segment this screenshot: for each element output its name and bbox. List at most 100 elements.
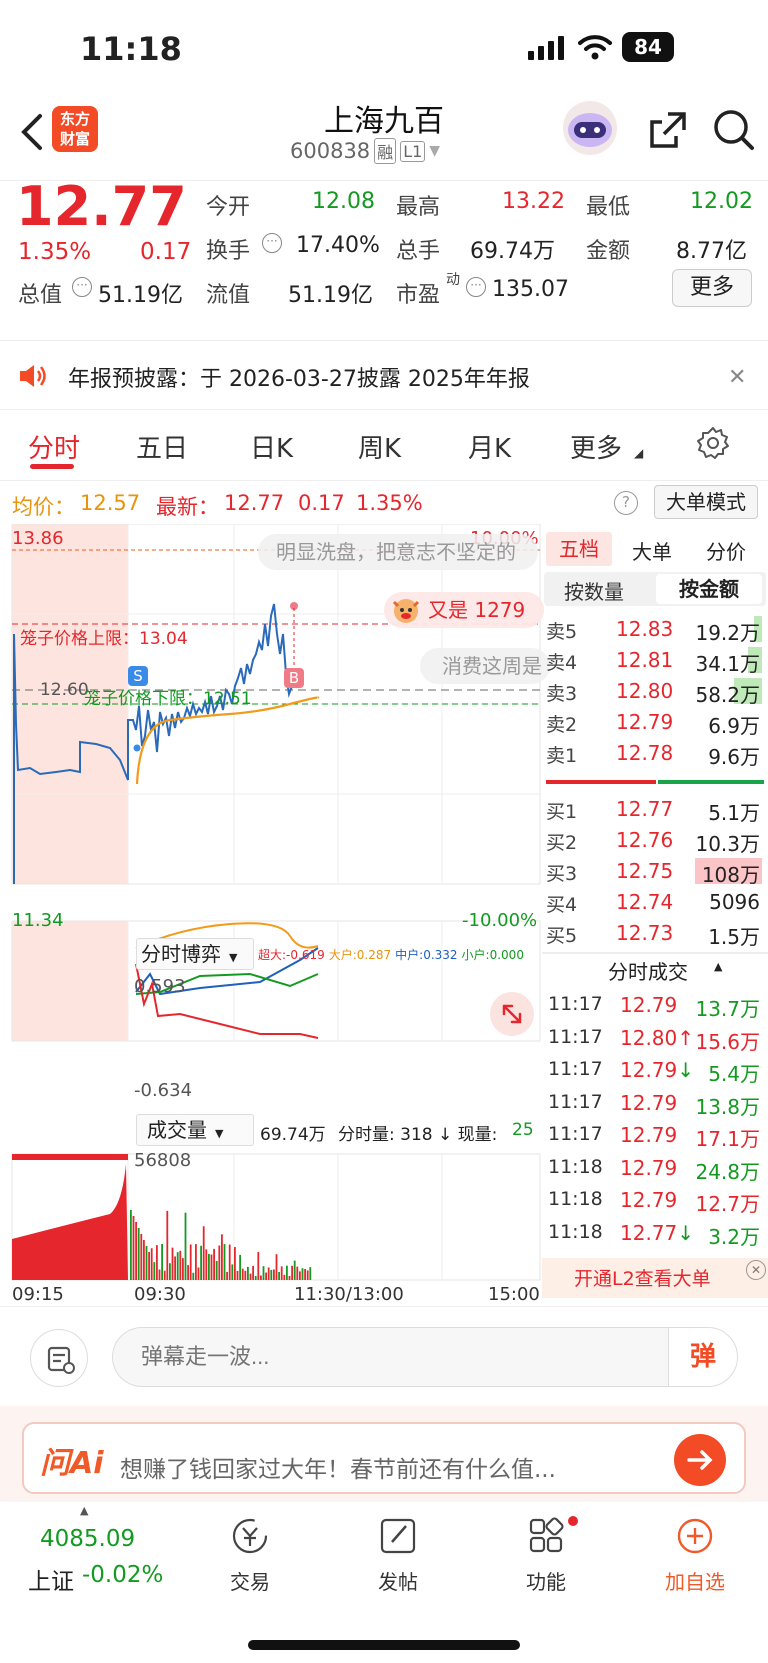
pre-market-shade — [12, 921, 128, 1041]
tab-add-watchlist[interactable]: 加自选 — [652, 1516, 738, 1596]
more-button[interactable]: 更多 — [672, 269, 752, 307]
close-icon[interactable]: ✕ — [728, 365, 746, 390]
arrow-right-icon[interactable] — [674, 1434, 726, 1486]
tick-time: 11:18 — [548, 1188, 603, 1210]
danmu-input[interactable] — [112, 1327, 672, 1387]
pe-value: 135.07 — [492, 277, 569, 302]
share-icon[interactable] — [646, 108, 690, 152]
bid-row[interactable]: 买1 12.77 5.1万 — [542, 794, 768, 825]
volume-bar — [192, 1272, 195, 1280]
ask-row[interactable]: 卖5 12.83 19.2万 — [542, 614, 768, 645]
help-icon[interactable]: ? — [614, 491, 638, 515]
ask-row[interactable]: 卖1 12.78 9.6万 — [542, 738, 768, 769]
info-icon[interactable]: ··· — [466, 277, 486, 297]
volume-label: 总手 — [396, 239, 441, 264]
sub-legend-value: -0.619 — [286, 948, 325, 962]
price-axis-bottom: 11.34 — [12, 910, 64, 931]
tab-monthly[interactable]: 月K — [468, 428, 511, 465]
danmu-send-button[interactable]: 弹 — [668, 1327, 738, 1387]
caret-down-icon[interactable]: ▼ — [429, 143, 440, 159]
sub-indicator-select[interactable]: 分时博弈 ▼ — [136, 938, 254, 970]
gear-icon[interactable] — [696, 426, 730, 460]
tick-arrow: ↓ — [677, 1058, 695, 1082]
volume-bar — [239, 1254, 241, 1280]
robot-assistant-icon[interactable] — [560, 100, 620, 156]
caret-icon: ◢ — [634, 446, 644, 460]
tab-trade[interactable]: 交易 — [210, 1516, 290, 1596]
sell-marker[interactable]: S — [128, 666, 148, 686]
bigorder-mode-button[interactable]: 大单模式 — [654, 485, 758, 519]
latest-value: 12.77 — [224, 491, 285, 515]
tab-bigorder[interactable]: 大单 — [632, 536, 672, 565]
latest-chg: 0.17 — [298, 491, 345, 515]
l2-banner[interactable]: 开通L2查看大单 ✕ — [542, 1258, 768, 1298]
ask-row[interactable]: 卖2 12.79 6.9万 — [542, 707, 768, 738]
chart-tabs: 分时 五日 日K 周K 月K 更多 ◢ — [0, 410, 768, 480]
tick-row: 11:17 12.79 17.1万 — [542, 1120, 768, 1151]
comment-list-icon[interactable] — [30, 1329, 88, 1387]
ask-row[interactable]: 卖3 12.80 58.2万 — [542, 676, 768, 707]
tick-volume: 3.2万 — [708, 1224, 760, 1249]
tab-5day[interactable]: 五日 — [136, 428, 188, 465]
bid-row[interactable]: 买3 12.75 108万 — [542, 856, 768, 887]
ai-prompt-card[interactable]: 问Ai 想赚了钱回家过大年！春节前还有什么值... — [22, 1422, 746, 1494]
volume-axis-max: 56808 — [134, 1150, 192, 1171]
notice-text: 年报预披露：于 2026-03-27披露 2025年年报 — [68, 367, 530, 392]
ask-volume: 58.2万 — [695, 683, 760, 707]
volume-bar — [205, 1249, 208, 1280]
tick-price: 12.77↓ — [620, 1221, 694, 1245]
subtab-by-volume[interactable]: 按数量 — [564, 576, 624, 605]
high-label: 最高 — [396, 195, 441, 220]
tab-daily[interactable]: 日K — [250, 428, 293, 465]
amount-value: 8.77亿 — [676, 239, 747, 264]
avg-label: 均价： — [12, 495, 75, 519]
sub-legend-label: 小户: — [461, 948, 490, 962]
turnover-label: 换手 — [206, 239, 251, 264]
edit-icon — [380, 1518, 416, 1554]
info-icon[interactable]: ··· — [262, 233, 282, 253]
bid-row[interactable]: 买4 12.74 5096 — [542, 887, 768, 917]
ask-volume: 9.6万 — [708, 745, 760, 769]
expand-icon[interactable] — [490, 992, 534, 1036]
volume-bar — [260, 1275, 262, 1280]
buy-marker[interactable]: B — [284, 668, 304, 688]
volume-indicator-label: 成交量 — [147, 1118, 207, 1142]
tick-volume: 15.6万 — [695, 1029, 760, 1054]
price-info-bar: 均价： 12.57 最新： 12.77 0.17 1.35% ? 大单模式 — [0, 480, 768, 524]
bid-row[interactable]: 买2 12.76 10.3万 — [542, 825, 768, 856]
notice-bar[interactable]: 年报预披露：于 2026-03-27披露 2025年年报 ✕ — [0, 340, 768, 410]
float-value: 51.19亿 — [288, 283, 373, 308]
volume-bar — [135, 1222, 137, 1280]
tab-post[interactable]: 发帖 — [358, 1516, 438, 1596]
tab-functions[interactable]: 功能 — [506, 1516, 586, 1596]
tick-row: 11:17 12.79 13.7万 — [542, 990, 768, 1021]
sub-legend-item: 大户:0.287 — [329, 948, 391, 962]
volume-indicator-select[interactable]: 成交量 ▼ — [136, 1114, 254, 1146]
latest-label: 最新： — [156, 495, 219, 519]
volume-bar — [286, 1265, 288, 1280]
tab-more[interactable]: 更多 — [570, 428, 622, 465]
bid-row[interactable]: 买5 12.73 1.5万 — [542, 918, 768, 949]
tab-weekly[interactable]: 周K — [358, 428, 401, 465]
volume-bar — [221, 1234, 223, 1280]
volume-bar — [145, 1246, 148, 1280]
subtab-by-amount[interactable]: 按金额 — [656, 574, 762, 604]
search-icon[interactable] — [712, 108, 756, 152]
wifi-icon — [578, 34, 612, 60]
ask-volume: 6.9万 — [708, 714, 760, 738]
volume-bar — [202, 1226, 205, 1280]
volume-bar — [182, 1258, 184, 1280]
index-change[interactable]: -0.02% — [82, 1562, 163, 1588]
info-icon[interactable]: ··· — [72, 277, 92, 297]
ask-row[interactable]: 卖4 12.81 34.1万 — [542, 645, 768, 676]
caret-up-icon[interactable]: ▲ — [714, 960, 722, 973]
time-label: 11:30/13:00 — [294, 1284, 404, 1305]
tab-intraday[interactable]: 分时 — [28, 428, 80, 465]
close-icon[interactable]: ✕ — [746, 1260, 766, 1280]
tick-volume: 5.4万 — [708, 1062, 760, 1086]
index-value[interactable]: 4085.09 — [40, 1526, 135, 1552]
tab-price-dist[interactable]: 分价 — [706, 536, 746, 565]
index-name[interactable]: 上证 — [28, 1562, 74, 1596]
tab-level5[interactable]: 五档 — [546, 532, 612, 566]
nav-bar: 东方 财富 上海九百 600838 融 L1 ▼ — [0, 100, 768, 180]
